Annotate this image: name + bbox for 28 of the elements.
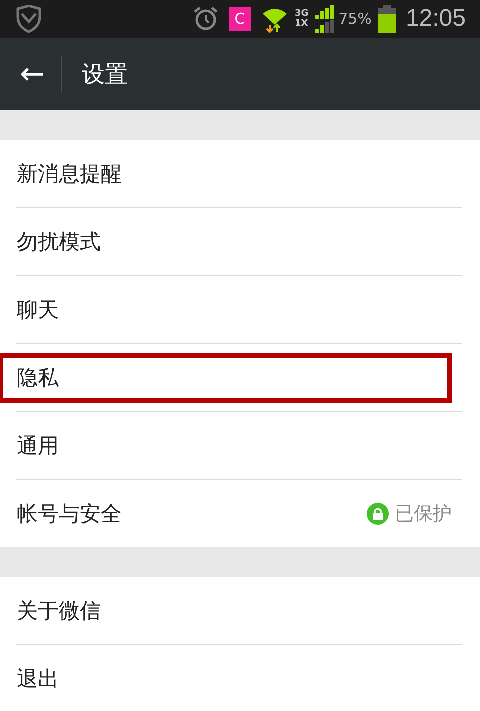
lock-icon <box>367 502 389 524</box>
item-label: 帐号与安全 <box>16 500 123 528</box>
settings-item[interactable]: 新消息提醒 <box>0 140 480 207</box>
settings-item[interactable]: 勿扰模式 <box>0 208 480 275</box>
network-type-label: 3G 1X <box>294 9 309 29</box>
settings-item[interactable]: 退出 <box>0 645 480 711</box>
signal-icon <box>314 5 335 33</box>
settings-item[interactable]: 帐号与安全 已保护 <box>0 480 480 547</box>
item-label: 关于微信 <box>16 598 102 624</box>
alarm-icon <box>192 6 219 32</box>
settings-item[interactable]: 聊天 <box>0 276 480 343</box>
item-label: 新消息提醒 <box>16 160 123 188</box>
battery-icon <box>378 5 396 33</box>
clock-time: 12:05 <box>406 5 466 33</box>
settings-item[interactable]: 关于微信 <box>0 577 480 644</box>
item-label: 退出 <box>16 666 60 692</box>
status-text: 已保护 <box>395 502 452 526</box>
app-notification-icon: C <box>228 7 251 31</box>
shield-icon <box>16 5 42 33</box>
page-title: 设置 <box>82 60 128 90</box>
battery-percent: 75% <box>338 10 372 28</box>
item-label: 隐私 <box>0 352 452 402</box>
settings-item[interactable]: 隐私 <box>0 344 480 411</box>
item-label: 勿扰模式 <box>16 228 102 256</box>
back-button[interactable]: ← <box>0 38 62 110</box>
item-label: 通用 <box>16 432 60 460</box>
settings-item[interactable]: 通用 <box>0 412 480 479</box>
item-label: 聊天 <box>16 296 60 324</box>
